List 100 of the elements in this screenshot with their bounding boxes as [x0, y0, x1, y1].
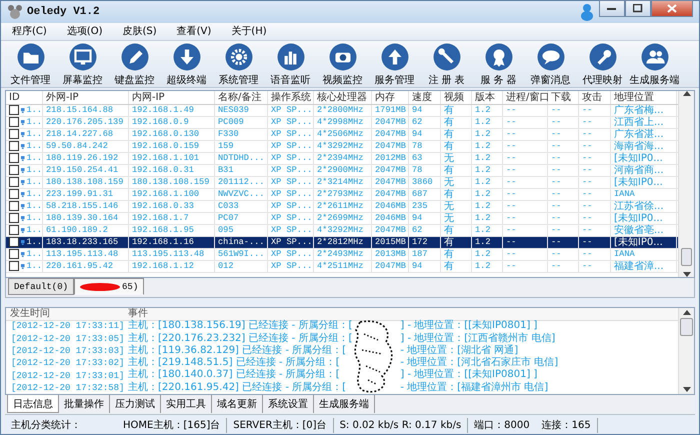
- toolbar-button[interactable]: 语音监听: [265, 40, 316, 87]
- column-header[interactable]: 发生时间: [6, 308, 124, 321]
- table-cell: 1..: [26, 224, 42, 236]
- toolbar-button[interactable]: 注 册 表: [421, 40, 472, 87]
- toolbar-button[interactable]: 文件管理: [5, 40, 56, 87]
- table-cell: 1..: [26, 188, 42, 200]
- checkbox[interactable]: [9, 141, 19, 152]
- table-cell: 192.168.1.12: [129, 260, 215, 272]
- table-cell: 2047MB: [372, 224, 409, 236]
- toolbar-button[interactable]: 弹窗消息: [525, 40, 576, 87]
- column-header[interactable]: 版本: [472, 90, 503, 104]
- column-header[interactable]: 下载: [548, 90, 579, 104]
- tab[interactable]: 域名更新: [212, 395, 263, 414]
- column-header[interactable]: 进程/窗口: [503, 90, 548, 104]
- scrollbar[interactable]: [678, 90, 694, 278]
- table-cell: 2047MB: [372, 116, 409, 128]
- toolbar-button[interactable]: 服 务 器: [473, 40, 524, 87]
- table-cell: 1.2: [472, 236, 503, 248]
- toolbar-button[interactable]: 生成服务端: [629, 40, 680, 87]
- table-cell: --: [579, 152, 611, 164]
- table-row[interactable]: 1.. 183.18.233.165 192.168.1.16 china-... XP SP... 2*2812MHz 2015MB 172 有 1.2 -- -- -- [未知IP0...: [6, 236, 678, 249]
- column-header[interactable]: 内网-IP: [129, 90, 215, 104]
- checkbox[interactable]: [9, 249, 19, 260]
- checkbox[interactable]: [9, 117, 19, 128]
- checkbox[interactable]: [9, 129, 19, 140]
- checkbox[interactable]: [9, 177, 19, 188]
- group-tab[interactable]: 65): [74, 278, 144, 296]
- settings-icon: [224, 42, 252, 71]
- scrollbar[interactable]: [678, 308, 694, 394]
- column-header[interactable]: 核心处理器: [314, 90, 372, 104]
- table-cell: 2015MB: [372, 236, 409, 248]
- tab[interactable]: 实用工具: [161, 395, 212, 414]
- column-header[interactable]: 事件: [124, 308, 678, 321]
- toolbar-button[interactable]: 服务管理: [369, 40, 420, 87]
- checkbox[interactable]: [9, 153, 19, 164]
- group-tab[interactable]: Default(0): [8, 278, 74, 296]
- menu-item[interactable]: 关于(H): [224, 24, 274, 38]
- minimize-button[interactable]: [599, 0, 625, 18]
- checkbox[interactable]: [9, 105, 19, 116]
- toolbar-button[interactable]: 代理映射: [577, 40, 628, 87]
- tab[interactable]: 生成服务端: [314, 395, 375, 414]
- menu-item[interactable]: 查看(V): [170, 24, 218, 38]
- table-cell: 192.168.1.16: [129, 236, 215, 248]
- table-cell: 561W9I...: [215, 248, 268, 260]
- checkbox[interactable]: [9, 213, 19, 224]
- log-time: [2012-12-20 17:33:11]: [11, 321, 124, 332]
- checkbox[interactable]: [9, 165, 19, 176]
- column-header[interactable]: 视频: [441, 90, 472, 104]
- table-cell: 1..: [26, 116, 42, 128]
- column-header[interactable]: 内存: [372, 90, 409, 104]
- menu-item[interactable]: 选项(O): [60, 24, 110, 38]
- table-cell: 3860: [409, 176, 441, 188]
- log-event: 主机：[180.138.156.19] 已经连接 - 所属分组：[: [127, 320, 352, 332]
- column-header[interactable]: 操作系统: [268, 90, 314, 104]
- column-header[interactable]: 地理位置: [611, 90, 677, 104]
- toolbar-button[interactable]: 超级终端: [161, 40, 212, 87]
- column-header[interactable]: 速度: [409, 90, 441, 104]
- table-cell: 无: [441, 152, 472, 164]
- column-header[interactable]: 攻击: [579, 90, 611, 104]
- users-icon: [640, 42, 668, 71]
- log-event: ] - 地理位置：[[未知IP0801] ]: [399, 369, 538, 382]
- tab[interactable]: 系统设置: [263, 395, 314, 414]
- menu-item[interactable]: 皮肤(S): [115, 24, 164, 38]
- scroll-thumb[interactable]: [681, 248, 692, 266]
- table-cell: XP SP...: [268, 212, 314, 224]
- maximize-icon: [633, 4, 643, 14]
- tab[interactable]: 批量操作: [59, 395, 110, 414]
- table-cell: NES039: [215, 104, 268, 116]
- table-cell: 有: [441, 104, 472, 116]
- column-header[interactable]: 外网-IP: [43, 90, 129, 104]
- table-cell: 223.199.91.31: [43, 188, 129, 200]
- toolbar-button[interactable]: 屏幕监控: [57, 40, 108, 87]
- menu-item[interactable]: 程序(C): [5, 24, 54, 38]
- table-cell: --: [548, 236, 579, 248]
- maximize-button[interactable]: [625, 0, 651, 18]
- checkbox[interactable]: [9, 261, 19, 272]
- checkbox[interactable]: [9, 225, 19, 236]
- table-cell: --: [503, 176, 548, 188]
- table-cell: --: [548, 140, 579, 152]
- tab[interactable]: 压力测试: [110, 395, 161, 414]
- toolbar-button[interactable]: 系统管理: [213, 40, 264, 87]
- table-cell: 94: [409, 104, 441, 116]
- table-cell: --: [548, 200, 579, 212]
- tab[interactable]: 日志信息: [7, 395, 59, 414]
- pencil-icon: [120, 42, 148, 71]
- table-cell: 2047MB: [372, 140, 409, 152]
- toolbar-button[interactable]: 键盘监控: [109, 40, 160, 87]
- toolbar-button[interactable]: 视频监控: [317, 40, 368, 87]
- checkbox[interactable]: [9, 201, 19, 212]
- table-cell: XP SP...: [268, 224, 314, 236]
- column-header[interactable]: ID: [6, 90, 43, 104]
- scroll-thumb[interactable]: [680, 318, 693, 336]
- checkbox[interactable]: [9, 189, 19, 200]
- table-cell: 1.2: [472, 200, 503, 212]
- table-cell: --: [548, 164, 579, 176]
- checkbox[interactable]: [9, 237, 19, 248]
- column-header[interactable]: 名称/备注: [215, 90, 268, 104]
- table-cell: 1791MB: [372, 104, 409, 116]
- table-cell: 有: [441, 164, 472, 176]
- close-button[interactable]: [651, 0, 693, 18]
